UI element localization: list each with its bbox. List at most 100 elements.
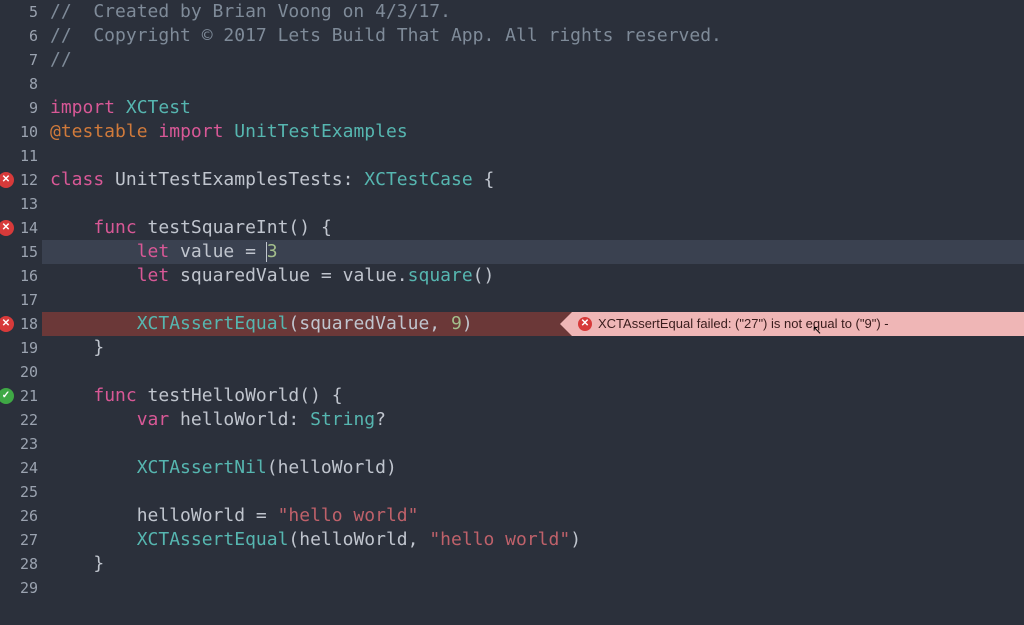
line-number: 14: [20, 216, 38, 240]
code-line[interactable]: // Created by Brian Voong on 4/3/17.: [42, 0, 1024, 24]
error-marker-icon[interactable]: ✕: [0, 316, 14, 332]
line-number: 16: [20, 264, 38, 288]
token-plain: [50, 313, 137, 334]
token-plain: [50, 241, 137, 262]
code-area[interactable]: // Created by Brian Voong on 4/3/17. // C…: [42, 0, 1024, 625]
code-line[interactable]: let squaredValue = value.square(): [42, 264, 1024, 288]
token-plain: [104, 169, 115, 190]
line-number: 15: [20, 240, 38, 264]
token-keyword: let: [137, 265, 170, 286]
token-keyword: let: [137, 241, 170, 262]
code-line[interactable]: helloWorld = "hello world": [42, 504, 1024, 528]
gutter-line: 11: [0, 144, 42, 168]
token-plain: [223, 121, 234, 142]
line-number: 7: [29, 48, 38, 72]
line-number: 8: [29, 72, 38, 96]
code-line[interactable]: [42, 192, 1024, 216]
token-plain: squaredValue = value.: [169, 265, 407, 286]
token-keyword: var: [137, 409, 170, 430]
code-line[interactable]: }: [42, 336, 1024, 360]
gutter-line: 15: [0, 240, 42, 264]
token-plain: helloWorld:: [169, 409, 310, 430]
code-line[interactable]: [42, 288, 1024, 312]
gutter-line: 13: [0, 192, 42, 216]
token-attrib: @testable: [50, 121, 148, 142]
line-number: 17: [20, 288, 38, 312]
token-comment: // Created by Brian Voong on 4/3/17.: [50, 1, 451, 22]
line-number: 29: [20, 576, 38, 600]
code-line[interactable]: [42, 144, 1024, 168]
token-func: XCTAssertNil: [137, 457, 267, 478]
token-keyword: import: [50, 97, 115, 118]
code-line[interactable]: [42, 72, 1024, 96]
token-plain: [50, 529, 137, 550]
line-number: 12: [20, 168, 38, 192]
code-line[interactable]: func testSquareInt() {: [42, 216, 1024, 240]
line-number: 24: [20, 456, 38, 480]
code-line[interactable]: func testHelloWorld() {: [42, 384, 1024, 408]
token-plain: value =: [169, 241, 267, 262]
code-line[interactable]: XCTAssertEqual(squaredValue, 9)✕XCTAsser…: [42, 312, 1024, 336]
success-marker-icon[interactable]: ✓: [0, 388, 14, 404]
token-plain: {: [473, 169, 495, 190]
token-type: UnitTestExamples: [234, 121, 407, 142]
code-line[interactable]: }: [42, 552, 1024, 576]
token-comment: // Copyright © 2017 Lets Build That App.…: [50, 25, 722, 46]
line-number: 6: [29, 24, 38, 48]
code-editor[interactable]: 567891011✕1213✕14151617✕181920✓212223242…: [0, 0, 1024, 625]
token-plain: [50, 217, 93, 238]
token-string: "hello world": [429, 529, 570, 550]
line-number: 11: [20, 144, 38, 168]
token-plain: testHelloWorld() {: [137, 385, 343, 406]
line-number: 18: [20, 312, 38, 336]
code-line[interactable]: //: [42, 48, 1024, 72]
gutter-line: ✓ 21: [0, 384, 42, 408]
code-line[interactable]: XCTAssertNil(helloWorld): [42, 456, 1024, 480]
token-plain: [50, 409, 137, 430]
token-string: "hello world": [278, 505, 419, 526]
code-line[interactable]: var helloWorld: String?: [42, 408, 1024, 432]
code-line[interactable]: [42, 480, 1024, 504]
gutter-line: 26: [0, 504, 42, 528]
gutter-line: 6: [0, 24, 42, 48]
token-plain: [50, 385, 93, 406]
code-line[interactable]: [42, 576, 1024, 600]
code-line[interactable]: // Copyright © 2017 Lets Build That App.…: [42, 24, 1024, 48]
error-marker-icon[interactable]: ✕: [0, 172, 14, 188]
token-type: String: [310, 409, 375, 430]
token-ident: UnitTestExamplesTests: [115, 169, 343, 190]
code-line[interactable]: @testable import UnitTestExamples: [42, 120, 1024, 144]
error-marker-icon[interactable]: ✕: [0, 220, 14, 236]
code-line[interactable]: [42, 360, 1024, 384]
line-number: 10: [20, 120, 38, 144]
gutter-line: 28: [0, 552, 42, 576]
token-plain: (squaredValue,: [288, 313, 451, 334]
line-number: 23: [20, 432, 38, 456]
token-keyword: import: [158, 121, 223, 142]
inline-error-annotation[interactable]: ✕XCTAssertEqual failed: ("27") is not eq…: [572, 312, 1024, 336]
line-number: 22: [20, 408, 38, 432]
line-number: 13: [20, 192, 38, 216]
token-number: 3: [267, 241, 278, 262]
line-number: 19: [20, 336, 38, 360]
token-plain: (helloWorld): [267, 457, 397, 478]
code-line[interactable]: XCTAssertEqual(helloWorld, "hello world"…: [42, 528, 1024, 552]
code-line[interactable]: let value = 3: [42, 240, 1024, 264]
code-line[interactable]: import XCTest: [42, 96, 1024, 120]
line-number: 27: [20, 528, 38, 552]
token-plain: [148, 121, 159, 142]
line-number: 21: [20, 384, 38, 408]
inline-error-text: XCTAssertEqual failed: ("27") is not equ…: [598, 312, 889, 336]
line-number: 26: [20, 504, 38, 528]
token-plain: ?: [375, 409, 386, 430]
token-keyword: func: [93, 385, 136, 406]
token-plain: helloWorld =: [50, 505, 278, 526]
line-number: 20: [20, 360, 38, 384]
code-line[interactable]: class UnitTestExamplesTests: XCTestCase …: [42, 168, 1024, 192]
gutter-line: 25: [0, 480, 42, 504]
gutter-line: ✕ 12: [0, 168, 42, 192]
gutter-line: 22: [0, 408, 42, 432]
token-plain: [50, 265, 137, 286]
code-line[interactable]: [42, 432, 1024, 456]
line-number: 9: [29, 96, 38, 120]
